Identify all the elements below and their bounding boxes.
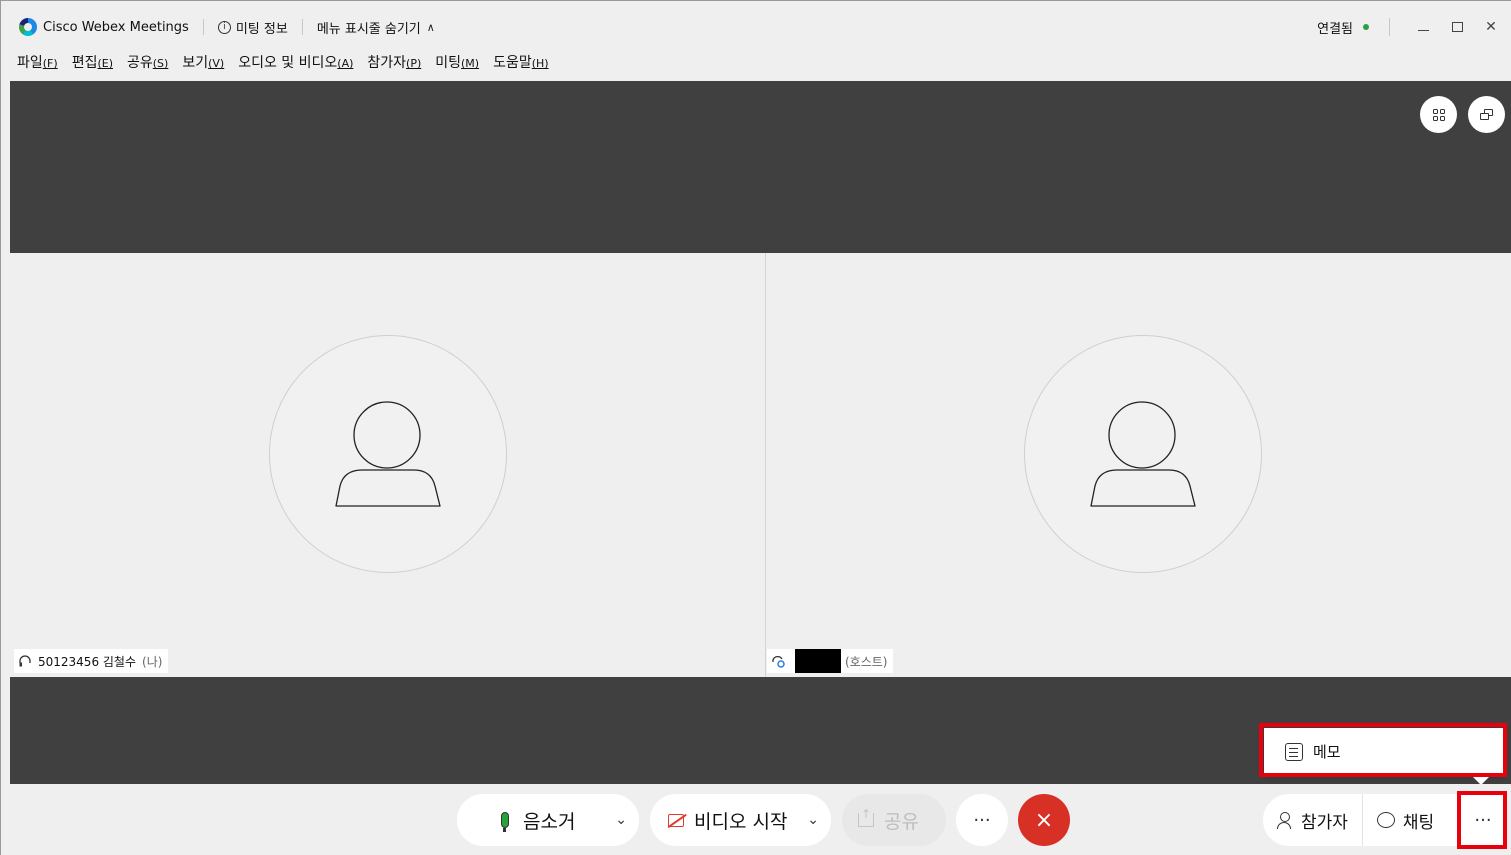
title-separator xyxy=(202,19,204,35)
microphone-icon xyxy=(501,812,509,832)
participant-name: 50123456 김철수 xyxy=(38,654,137,669)
hide-menu-label: 메뉴 표시줄 숨기기 xyxy=(316,21,421,37)
maximize-icon xyxy=(1451,22,1463,32)
menu-file[interactable]: 파일(F) xyxy=(17,52,58,72)
menu-audio-video[interactable]: 오디오 및 비디오(A) xyxy=(238,52,353,72)
participants-icon xyxy=(1277,812,1293,829)
participant-name-tag: 50123456 김철수 (나) xyxy=(14,649,169,673)
hide-menu-bar-button[interactable]: 메뉴 표시줄 숨기기 ∧ xyxy=(317,18,435,37)
participants-label: 참가자 xyxy=(1301,812,1348,833)
avatar xyxy=(269,335,507,573)
popout-button[interactable] xyxy=(1468,96,1505,133)
close-window-button[interactable]: ✕ xyxy=(1478,14,1504,40)
stage-top-area xyxy=(10,81,1511,253)
redacted-name-box xyxy=(795,649,841,673)
mute-button[interactable]: 음소거 ⌄ xyxy=(457,794,639,846)
title-separator xyxy=(1389,18,1390,36)
share-label: 공유 xyxy=(884,810,919,833)
participants-panel-button[interactable]: 참가자 xyxy=(1263,794,1362,846)
highlight-box-more xyxy=(1457,791,1507,849)
chat-panel-button[interactable]: 채팅 xyxy=(1363,794,1448,846)
minimize-icon xyxy=(1417,29,1429,31)
menu-view[interactable]: 보기(V) xyxy=(182,52,224,72)
menu-share[interactable]: 공유(S) xyxy=(127,52,168,72)
title-bar: Cisco Webex Meetings i 미팅 정보 메뉴 표시줄 숨기기 … xyxy=(9,9,1511,45)
menu-bar: 파일(F) 편집(E) 공유(S) 보기(V) 오디오 및 비디오(A) 참가자… xyxy=(9,47,555,77)
menu-participants[interactable]: 참가자(P) xyxy=(367,52,421,72)
headset-icon xyxy=(19,655,31,667)
title-separator xyxy=(301,19,303,35)
mute-label: 음소거 xyxy=(523,810,576,833)
meeting-control-bar: 음소거 ⌄ 비디오 시작 ⌄ 공유 ··· × 참가자 채팅 xyxy=(10,784,1511,855)
title-right-group: 연결됨 ✕ xyxy=(1317,9,1511,45)
person-silhouette-icon xyxy=(335,401,441,507)
host-label: (호스트) xyxy=(845,654,888,669)
person-silhouette-icon xyxy=(1090,401,1196,507)
ellipsis-icon: ··· xyxy=(973,809,991,831)
chevron-down-icon[interactable]: ⌄ xyxy=(615,812,627,828)
app-title: Cisco Webex Meetings xyxy=(43,19,189,35)
info-icon: i xyxy=(217,20,231,34)
maximize-button[interactable] xyxy=(1444,14,1470,40)
headset-phone-icon xyxy=(772,655,785,668)
grid-layout-button[interactable] xyxy=(1420,96,1457,133)
webex-logo-icon xyxy=(19,18,37,36)
more-options-button[interactable]: ··· xyxy=(956,794,1008,846)
side-panel-group: 참가자 채팅 xyxy=(1263,794,1457,846)
share-icon xyxy=(858,807,874,827)
connection-status: 연결됨 xyxy=(1317,21,1353,37)
leave-meeting-button[interactable]: × xyxy=(1018,794,1070,846)
webex-window: Cisco Webex Meetings i 미팅 정보 메뉴 표시줄 숨기기 … xyxy=(0,0,1511,855)
chat-label: 채팅 xyxy=(1402,812,1435,833)
minimize-button[interactable] xyxy=(1410,14,1436,40)
highlight-box-memo xyxy=(1259,723,1507,777)
video-label: 비디오 시작 xyxy=(694,810,788,833)
meeting-info-button[interactable]: i 미팅 정보 xyxy=(217,18,288,37)
chevron-down-icon[interactable]: ⌄ xyxy=(807,812,819,828)
video-tile-host[interactable]: (호스트) xyxy=(766,253,1511,677)
chevron-up-icon: ∧ xyxy=(426,20,435,34)
popout-icon xyxy=(1479,108,1494,121)
chat-icon xyxy=(1376,812,1395,828)
connection-dot-icon xyxy=(1363,24,1369,30)
video-off-icon xyxy=(668,813,684,827)
start-video-button[interactable]: 비디오 시작 ⌄ xyxy=(650,794,831,846)
video-tile-self[interactable]: 50123456 김철수 (나) xyxy=(10,253,765,677)
menu-meeting[interactable]: 미팅(M) xyxy=(435,52,479,72)
close-icon: × xyxy=(1034,807,1054,833)
close-icon: ✕ xyxy=(1485,19,1497,35)
meeting-info-label: 미팅 정보 xyxy=(235,21,288,37)
menu-edit[interactable]: 편집(E) xyxy=(72,52,113,72)
grid-layout-icon xyxy=(1432,108,1445,121)
participant-name-tag: (호스트) xyxy=(767,649,894,673)
avatar xyxy=(1024,335,1262,573)
menu-help[interactable]: 도움말(H) xyxy=(493,52,549,72)
participant-suffix: (나) xyxy=(142,654,163,669)
share-button[interactable]: 공유 xyxy=(842,794,946,846)
